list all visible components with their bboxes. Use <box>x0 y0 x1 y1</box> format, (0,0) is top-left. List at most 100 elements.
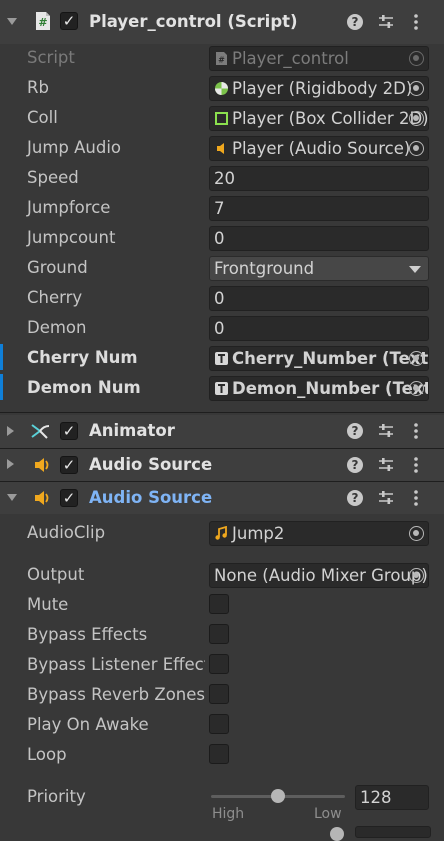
script-field: # Player_control <box>209 46 429 71</box>
override-indicator <box>0 344 3 370</box>
mute-checkbox[interactable] <box>209 594 229 614</box>
script-component-header[interactable]: # ✓ Player_control (Script) ? <box>0 0 444 44</box>
script-label: Script <box>27 48 75 67</box>
play-on-awake-label: Play On Awake <box>27 715 149 734</box>
component-title: Animator <box>89 421 175 440</box>
audio-clip-icon <box>215 526 227 540</box>
divider <box>0 412 444 413</box>
component-enabled-checkbox[interactable]: ✓ <box>60 422 78 440</box>
audioclip-field[interactable]: Jump2 <box>209 521 429 546</box>
speed-label: Speed <box>27 168 79 187</box>
presets-icon[interactable] <box>377 456 395 474</box>
animator-component-header[interactable]: ✓ Animator ? <box>0 415 444 448</box>
audio-source-header-collapsed[interactable]: ✓ Audio Source ? <box>0 449 444 481</box>
priority-min-label: High <box>212 806 245 822</box>
jump-audio-field[interactable]: Player (Audio Source) <box>209 136 429 161</box>
object-picker-icon[interactable] <box>409 141 424 156</box>
object-picker-icon[interactable] <box>409 111 424 126</box>
demon-num-field[interactable]: Demon_Number (Text) <box>209 376 429 401</box>
demon-label: Demon <box>27 318 87 337</box>
help-icon[interactable]: ? <box>347 423 363 439</box>
rb-label: Rb <box>27 78 49 97</box>
presets-icon[interactable] <box>377 489 395 507</box>
foldout-collapsed-icon[interactable] <box>7 426 14 436</box>
ground-dropdown[interactable]: Frontground <box>209 256 429 281</box>
audio-source-icon <box>35 491 49 505</box>
loop-checkbox[interactable] <box>209 744 229 764</box>
kebab-menu-icon[interactable] <box>407 489 425 507</box>
help-icon[interactable]: ? <box>347 457 363 473</box>
cs-script-icon: # <box>36 12 50 30</box>
component-enabled-checkbox[interactable]: ✓ <box>60 489 78 507</box>
output-label: Output <box>27 565 85 584</box>
cherry-label: Cherry <box>27 288 83 307</box>
bypass-reverb-zones-label: Bypass Reverb Zones <box>27 685 205 704</box>
foldout-expanded-icon[interactable] <box>7 18 17 25</box>
kebab-menu-icon[interactable] <box>407 13 425 31</box>
audio-source-header-expanded[interactable]: ✓ Audio Source ? <box>0 482 444 514</box>
jumpcount-label: Jumpcount <box>27 228 116 247</box>
object-picker-icon[interactable] <box>409 526 424 541</box>
output-field[interactable]: None (Audio Mixer Group) <box>209 563 429 588</box>
jumpcount-input[interactable]: 0 <box>209 226 429 251</box>
presets-icon[interactable] <box>377 13 395 31</box>
object-picker-icon[interactable] <box>409 381 424 396</box>
object-picker-icon[interactable] <box>409 351 424 366</box>
object-picker-icon <box>409 51 424 66</box>
rigidbody2d-icon <box>215 82 228 95</box>
bypass-listener-effects-checkbox[interactable] <box>209 654 229 674</box>
bypass-effects-label: Bypass Effects <box>27 625 148 644</box>
boxcollider2d-icon <box>215 112 228 125</box>
bypass-effects-checkbox[interactable] <box>209 624 229 644</box>
next-row-input[interactable] <box>355 826 431 838</box>
component-title: Audio Source <box>89 488 213 507</box>
jump-audio-label: Jump Audio <box>27 138 122 157</box>
bypass-reverb-zones-checkbox[interactable] <box>209 684 229 704</box>
svg-text:#: # <box>38 16 47 29</box>
priority-label: Priority <box>27 787 86 806</box>
component-enabled-checkbox[interactable]: ✓ <box>60 12 78 30</box>
component-title: Player_control (Script) <box>89 12 298 31</box>
cherry-input[interactable]: 0 <box>209 286 429 311</box>
loop-label: Loop <box>27 745 67 764</box>
cherry-num-field[interactable]: Cherry_Number (Text) <box>209 346 429 371</box>
component-title: Audio Source <box>89 455 213 474</box>
ground-label: Ground <box>27 258 88 277</box>
play-on-awake-checkbox[interactable] <box>209 714 229 734</box>
foldout-expanded-icon[interactable] <box>7 494 17 501</box>
priority-slider-handle[interactable] <box>271 789 285 803</box>
coll-label: Coll <box>27 108 58 127</box>
priority-input[interactable]: 128 <box>355 785 429 810</box>
rb-field[interactable]: Player (Rigidbody 2D) <box>209 76 429 101</box>
foldout-collapsed-icon[interactable] <box>7 459 14 469</box>
next-row-slider-handle[interactable] <box>330 827 344 841</box>
kebab-menu-icon[interactable] <box>407 422 425 440</box>
audioclip-label: AudioClip <box>27 523 106 542</box>
svg-text:#: # <box>218 56 225 65</box>
bypass-listener-effects-label: Bypass Listener Effects <box>27 655 205 674</box>
audio-source-icon <box>217 143 224 154</box>
jumpforce-input[interactable]: 7 <box>209 196 429 221</box>
mute-label: Mute <box>27 595 69 614</box>
presets-icon[interactable] <box>377 422 395 440</box>
kebab-menu-icon[interactable] <box>407 456 425 474</box>
chevron-down-icon <box>409 266 421 273</box>
speed-input[interactable]: 20 <box>209 166 429 191</box>
animator-icon <box>31 424 50 439</box>
cs-script-icon: # <box>216 52 227 65</box>
priority-max-label: Low <box>314 806 342 822</box>
coll-field[interactable]: Player (Box Collider 2D) <box>209 106 429 131</box>
audio-source-icon <box>35 458 49 472</box>
demon-input[interactable]: 0 <box>209 316 429 341</box>
help-icon[interactable]: ? <box>347 14 363 30</box>
help-icon[interactable]: ? <box>347 490 363 506</box>
jumpforce-label: Jumpforce <box>27 198 111 217</box>
cherry-num-label: Cherry Num <box>27 348 138 367</box>
demon-num-label: Demon Num <box>27 378 141 397</box>
text-icon <box>215 352 228 365</box>
object-picker-icon[interactable] <box>409 568 424 583</box>
component-enabled-checkbox[interactable]: ✓ <box>60 456 78 474</box>
text-icon <box>215 382 228 395</box>
object-picker-icon[interactable] <box>409 81 424 96</box>
override-indicator <box>0 374 3 400</box>
